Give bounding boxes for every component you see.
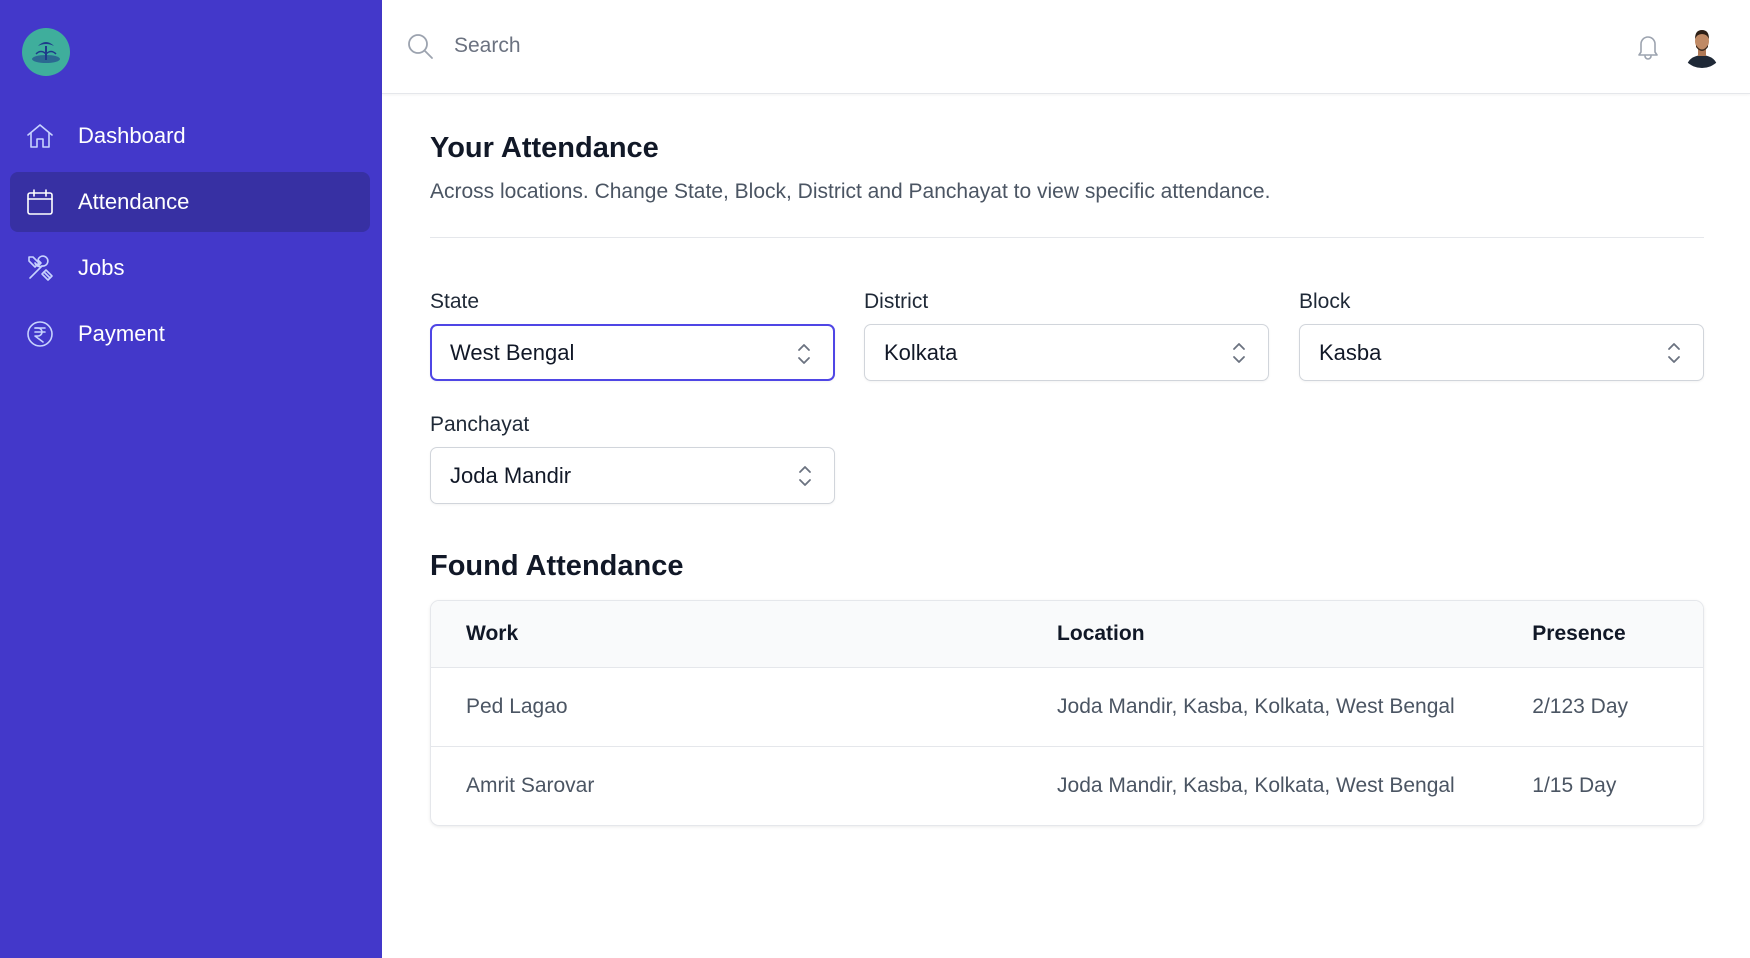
state-field: State West Bengal: [430, 290, 835, 381]
app-logo[interactable]: [22, 28, 70, 76]
sidebar-item-jobs[interactable]: Jobs: [10, 238, 370, 298]
column-header-presence: Presence: [1532, 622, 1626, 645]
panchayat-field: Panchayat Joda Mandir: [430, 413, 835, 504]
panchayat-select[interactable]: Joda Mandir: [430, 447, 835, 504]
column-header-location: Location: [1057, 622, 1145, 645]
home-icon: [24, 120, 56, 152]
block-label: Block: [1299, 290, 1351, 313]
calendar-icon: [24, 186, 56, 218]
cell-work: Amrit Sarovar: [466, 774, 595, 797]
sidebar-nav: Dashboard Attendance Jobs Payment: [10, 106, 370, 370]
district-select[interactable]: Kolkata: [864, 324, 1269, 381]
attendance-table: Work Location Presence Ped Lagao Joda Ma…: [430, 600, 1704, 826]
cell-presence: 2/123 Day: [1532, 695, 1629, 718]
avatar[interactable]: [1680, 24, 1724, 68]
search-input[interactable]: [454, 22, 1154, 70]
sidebar: Dashboard Attendance Jobs Payment: [0, 0, 382, 958]
cell-location: Joda Mandir, Kasba, Kolkata, West Bengal: [1057, 695, 1455, 718]
tools-icon: [24, 252, 56, 284]
block-value: Kasba: [1319, 339, 1382, 365]
cell-location: Joda Mandir, Kasba, Kolkata, West Bengal: [1057, 774, 1455, 797]
table-row[interactable]: Amrit Sarovar Joda Mandir, Kasba, Kolkat…: [431, 746, 1703, 825]
table-row[interactable]: Ped Lagao Joda Mandir, Kasba, Kolkata, W…: [431, 667, 1703, 746]
sidebar-item-label: Dashboard: [78, 123, 186, 148]
chevron-up-down-icon: [793, 340, 815, 368]
chevron-up-down-icon: [1228, 339, 1250, 367]
sidebar-item-dashboard[interactable]: Dashboard: [10, 106, 370, 166]
panchayat-value: Joda Mandir: [450, 462, 572, 488]
page-subtitle: Across locations. Change State, Block, D…: [430, 180, 1271, 203]
chevron-up-down-icon: [1663, 339, 1685, 367]
cell-presence: 1/15 Day: [1532, 774, 1617, 797]
sidebar-item-label: Payment: [78, 321, 165, 346]
state-label: State: [430, 290, 480, 313]
table-header: Work Location Presence: [431, 601, 1703, 667]
state-select[interactable]: West Bengal: [430, 324, 835, 381]
column-header-work: Work: [466, 622, 519, 645]
district-label: District: [864, 290, 929, 313]
block-field: Block Kasba: [1299, 290, 1704, 381]
district-field: District Kolkata: [864, 290, 1269, 381]
sidebar-item-attendance[interactable]: Attendance: [10, 172, 370, 232]
rupee-icon: [24, 318, 56, 350]
block-select[interactable]: Kasba: [1299, 324, 1704, 381]
district-value: Kolkata: [884, 339, 958, 365]
sidebar-item-label: Attendance: [78, 189, 190, 214]
top-bar: [382, 0, 1750, 94]
bell-icon[interactable]: [1632, 30, 1664, 62]
page-title: Your Attendance: [430, 132, 659, 164]
cell-work: Ped Lagao: [466, 695, 568, 718]
search-icon: [406, 32, 434, 60]
panchayat-label: Panchayat: [430, 413, 530, 436]
sidebar-item-payment[interactable]: Payment: [10, 304, 370, 364]
section-title: Found Attendance: [430, 550, 684, 582]
divider: [430, 237, 1704, 238]
state-value: West Bengal: [450, 339, 575, 365]
sidebar-item-label: Jobs: [78, 255, 125, 280]
chevron-up-down-icon: [794, 462, 816, 490]
